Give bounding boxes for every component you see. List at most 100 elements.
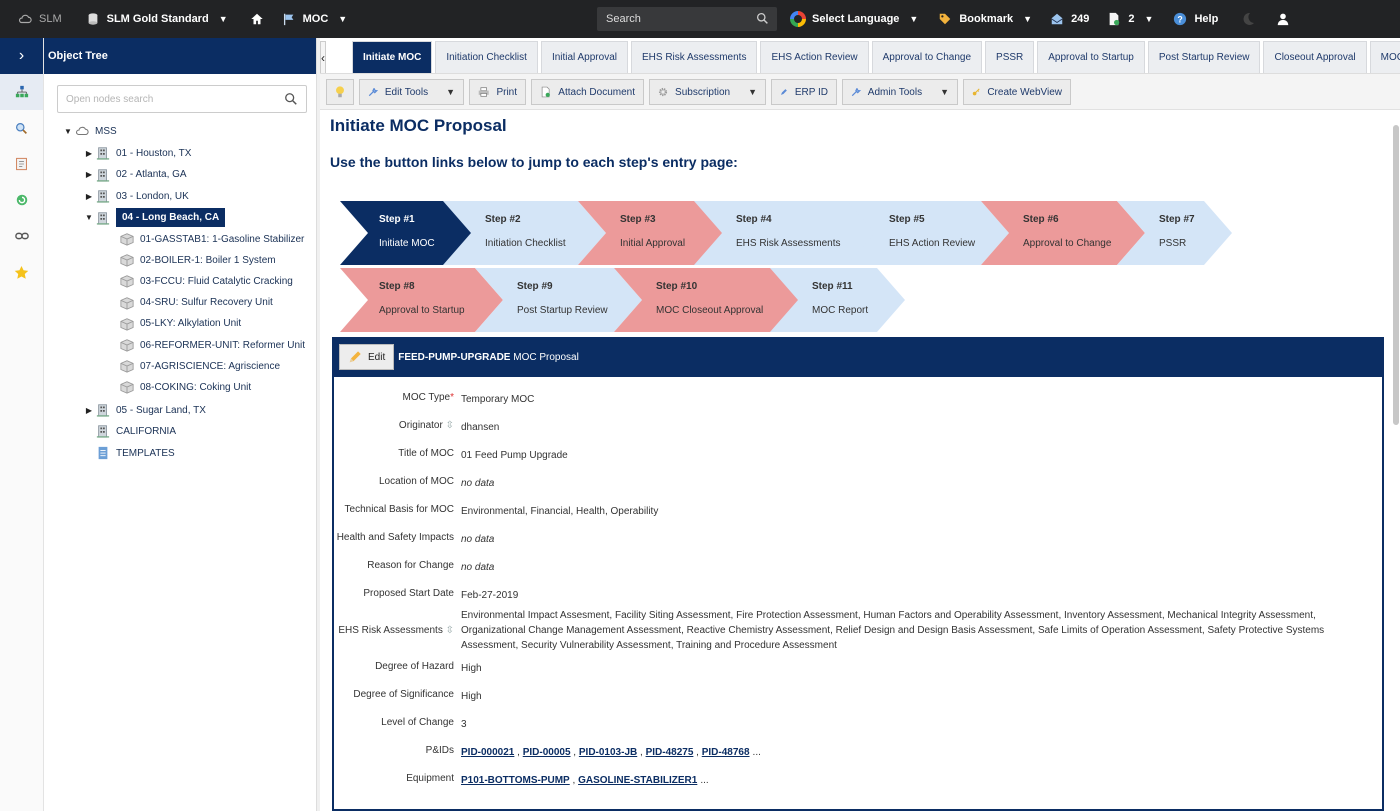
tree-icon[interactable]	[0, 74, 43, 110]
tips-button[interactable]	[326, 79, 354, 105]
star-icon[interactable]	[0, 254, 43, 290]
tree-node-root[interactable]: ▼ MSS	[61, 121, 117, 141]
object-name: FEED-PUMP-UPGRADE	[398, 351, 511, 363]
tree-node-unit[interactable]: 05-LKY: Alkylation Unit	[106, 314, 241, 334]
module-selector[interactable]: MOC ▼	[274, 0, 356, 38]
tree-node-site[interactable]: ▶ 03 - London, UK	[82, 186, 189, 206]
global-search[interactable]: Search	[597, 7, 777, 31]
search-icon[interactable]	[284, 92, 298, 106]
content-scrollbar[interactable]	[1393, 125, 1399, 425]
print-button[interactable]: Print	[469, 79, 526, 105]
workflow-step-11[interactable]: Step #11 MOC Report	[770, 268, 905, 332]
tab-pssr[interactable]: PSSR	[985, 41, 1035, 73]
tab-closeout-approval[interactable]: Closeout Approval	[1263, 41, 1367, 73]
help-button[interactable]: ? Help	[1165, 0, 1226, 38]
tab-initiate-moc[interactable]: Initiate MOC	[352, 41, 433, 73]
lightbulb-icon	[336, 86, 344, 98]
tree-node-site[interactable]: ▶ 01 - Houston, TX	[82, 143, 191, 163]
tree-node-site[interactable]: ▼ 04 - Long Beach, CA	[82, 208, 226, 228]
admin-tools-button[interactable]: Admin Tools ▼	[842, 79, 958, 105]
expanded-arrow-icon[interactable]: ▼	[82, 213, 96, 222]
tree-node-templates[interactable]: TEMPLATES	[82, 443, 175, 463]
chevron-down-icon[interactable]: ▼	[748, 87, 757, 97]
home-button[interactable]	[242, 0, 272, 38]
collapsed-arrow-icon[interactable]: ▶	[82, 170, 96, 179]
app-switcher[interactable]: SLM	[0, 0, 70, 38]
tree-search-input[interactable]	[66, 93, 276, 105]
collapsed-arrow-icon[interactable]: ▶	[82, 406, 96, 415]
tree-node-site[interactable]: ▶ 05 - Sugar Land, TX	[82, 400, 206, 420]
erp-id-button[interactable]: ERP ID	[771, 79, 837, 105]
gear-icon	[658, 87, 668, 97]
tree-node-site[interactable]: ▶ 02 - Atlanta, GA	[82, 165, 187, 185]
moon-icon	[1243, 12, 1255, 25]
workflow-step-7[interactable]: Step #7 PSSR	[1117, 201, 1232, 265]
language-selector[interactable]: Select Language ▼	[782, 0, 926, 38]
bookmark-menu[interactable]: Bookmark ▼	[930, 0, 1040, 38]
edit-tools-button[interactable]: Edit Tools ▼	[359, 79, 464, 105]
tab-initiation-checklist[interactable]: Initiation Checklist	[435, 41, 538, 73]
step-number: Step #9	[517, 281, 553, 292]
pid-link[interactable]: PID-48768	[702, 747, 750, 758]
tab-post-startup-review[interactable]: Post Startup Review	[1147, 41, 1261, 73]
inbox-button[interactable]: 249	[1042, 0, 1097, 38]
pid-link[interactable]: PID-00005	[523, 747, 571, 758]
create-webview-button[interactable]: Create WebView	[963, 79, 1071, 105]
tree-node-unit[interactable]: 01-GASSTAB1: 1-Gasoline Stabilizer	[106, 229, 304, 249]
chevron-down-icon[interactable]: ▼	[219, 14, 228, 24]
notebook-icon[interactable]	[0, 146, 43, 182]
tree-node-unit[interactable]: 02-BOILER-1: Boiler 1 System	[106, 250, 276, 270]
equipment-link[interactable]: P101-BOTTOMS-PUMP	[461, 775, 570, 786]
link-icon[interactable]	[0, 218, 43, 254]
tree-node-site[interactable]: CALIFORNIA	[82, 421, 176, 441]
field-label: Originator	[398, 420, 443, 431]
chevron-down-icon[interactable]: ▼	[909, 14, 918, 24]
tab-ehs-risk-assessments[interactable]: EHS Risk Assessments	[630, 41, 758, 73]
chevron-down-icon[interactable]: ▼	[940, 87, 949, 97]
tab-moc-rep[interactable]: MOC Rep	[1369, 41, 1400, 73]
subscription-button[interactable]: Subscription ▼	[649, 79, 766, 105]
expand-sidebar-button[interactable]: ›	[0, 38, 43, 74]
chevron-down-icon[interactable]: ▼	[446, 87, 455, 97]
pid-link[interactable]: PID-48275	[646, 747, 694, 758]
pid-link[interactable]: PID-000021	[461, 747, 514, 758]
step-number: Step #10	[656, 281, 698, 292]
pid-link[interactable]: PID-0103-JB	[579, 747, 637, 758]
sort-icon[interactable]: ⇳	[446, 420, 454, 431]
help-icon: ?	[1174, 12, 1187, 26]
step-label: Post Startup Review	[517, 305, 608, 316]
chevron-down-icon[interactable]: ▼	[338, 14, 347, 24]
chevron-down-icon[interactable]: ▼	[1023, 14, 1032, 24]
collapsed-arrow-icon[interactable]: ▶	[82, 149, 96, 158]
more-indicator[interactable]: ...	[700, 775, 708, 786]
sort-icon[interactable]: ⇳	[446, 625, 454, 636]
tree-node-unit[interactable]: 06-REFORMER-UNIT: Reformer Unit	[106, 335, 305, 355]
tree-node-unit[interactable]: 07-AGRISCIENCE: Agriscience	[106, 356, 280, 376]
tree-node-label: 05-LKY: Alkylation Unit	[140, 318, 242, 330]
tree-node-unit[interactable]: 03-FCCU: Fluid Catalytic Cracking	[106, 271, 293, 291]
tab-initial-approval[interactable]: Initial Approval	[540, 41, 628, 73]
expanded-arrow-icon[interactable]: ▼	[61, 127, 75, 136]
tab-approval-to-startup[interactable]: Approval to Startup	[1037, 41, 1145, 73]
edit-button[interactable]: Edit	[339, 344, 395, 370]
database-selector[interactable]: SLM Gold Standard ▼	[78, 0, 236, 38]
tab-ehs-action-review[interactable]: EHS Action Review	[760, 41, 869, 73]
theme-toggle[interactable]	[1232, 0, 1264, 38]
template-icon	[98, 446, 108, 460]
tabs-scroll-left-button[interactable]: ‹	[320, 41, 326, 73]
more-indicator[interactable]: ...	[753, 747, 761, 758]
user-menu[interactable]	[1268, 0, 1298, 38]
tab-approval-to-change[interactable]: Approval to Change	[871, 41, 983, 73]
tree-node-unit[interactable]: 08-COKING: Coking Unit	[106, 377, 251, 397]
tree-node-unit[interactable]: 04-SRU: Sulfur Recovery Unit	[106, 293, 273, 313]
equipment-link[interactable]: GASOLINE-STABILIZER1	[578, 775, 697, 786]
tree-node-label: 01 - Houston, TX	[116, 147, 192, 159]
documents-menu[interactable]: 2 ▼	[1099, 0, 1161, 38]
chevron-down-icon[interactable]: ▼	[1145, 14, 1154, 24]
refresh-icon[interactable]	[0, 182, 43, 218]
search-icon[interactable]	[756, 12, 769, 25]
search-icon[interactable]	[0, 110, 43, 146]
collapsed-arrow-icon[interactable]: ▶	[82, 192, 96, 201]
attach-document-button[interactable]: Attach Document	[531, 79, 644, 105]
step-number: Step #3	[620, 214, 656, 225]
